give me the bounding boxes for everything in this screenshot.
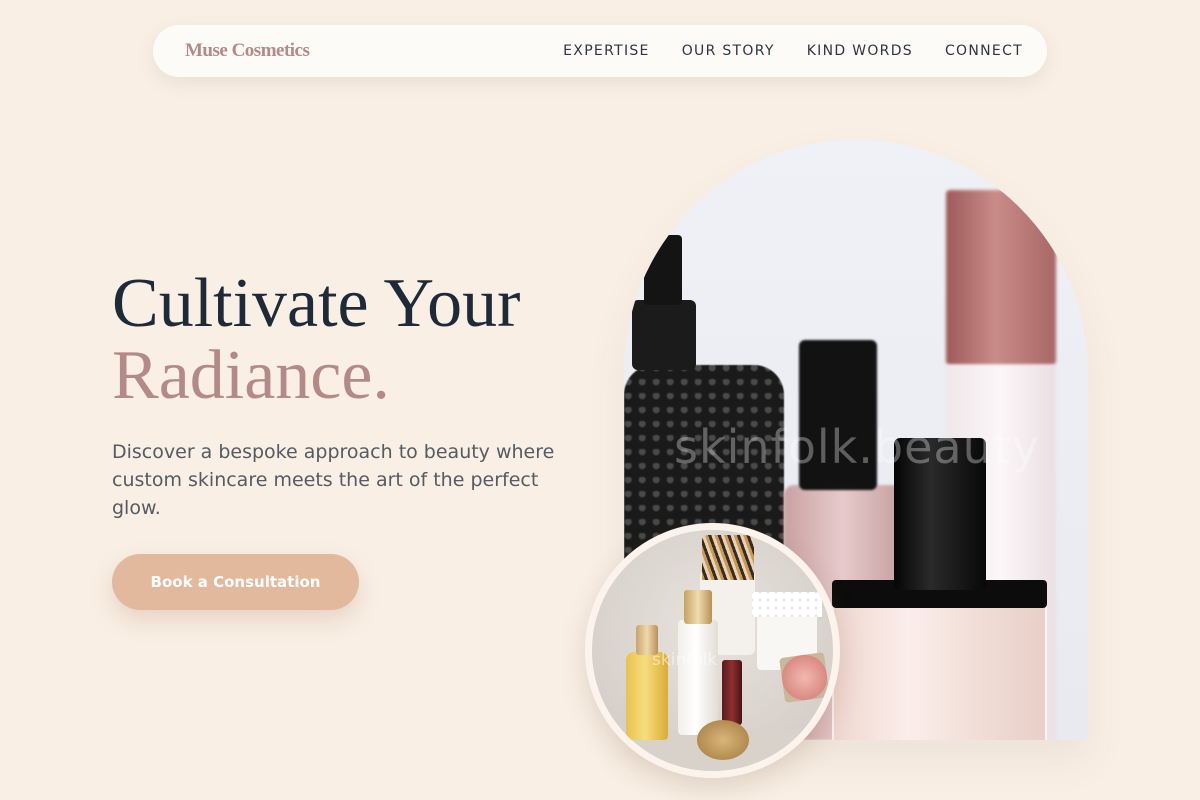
top-navbar: Muse Cosmetics EXPERTISE OUR STORY KIND … [153,25,1047,77]
circle-image-watermark: skinfolk [652,650,718,670]
nav-link-expertise[interactable]: EXPERTISE [563,43,650,59]
hero-title: Cultivate Your Radiance. [112,268,520,412]
image-watermark: skinfolk.beauty [674,420,1041,474]
dark-bottle-collar [632,300,696,370]
book-consultation-button[interactable]: Book a Consultation [112,554,359,610]
serum-bottle-cap [684,590,712,624]
nav-link-our-story[interactable]: OUR STORY [682,43,775,59]
makeup-brushes [702,535,754,580]
hero-title-accent: Radiance. [112,337,390,414]
nav-link-kind-words[interactable]: KIND WORDS [807,43,913,59]
nav-links: EXPERTISE OUR STORY KIND WORDS CONNECT [563,43,1023,59]
brand-logo[interactable]: Muse Cosmetics [185,40,310,62]
blush-palette [779,652,830,703]
red-vial [722,660,742,725]
hero-subtitle: Discover a bespoke approach to beauty wh… [112,441,555,519]
cotton-swabs [752,592,822,617]
gold-compact [697,720,749,760]
pink-tube-cap [946,190,1056,365]
hero-title-line1: Cultivate Your [112,265,521,342]
dark-bottle-neck [644,235,682,305]
clear-bottle-body [832,606,1047,740]
vanity-products-image: skinfolk [585,523,840,778]
nav-link-connect[interactable]: CONNECT [945,43,1023,59]
serum-bottle [678,620,718,735]
